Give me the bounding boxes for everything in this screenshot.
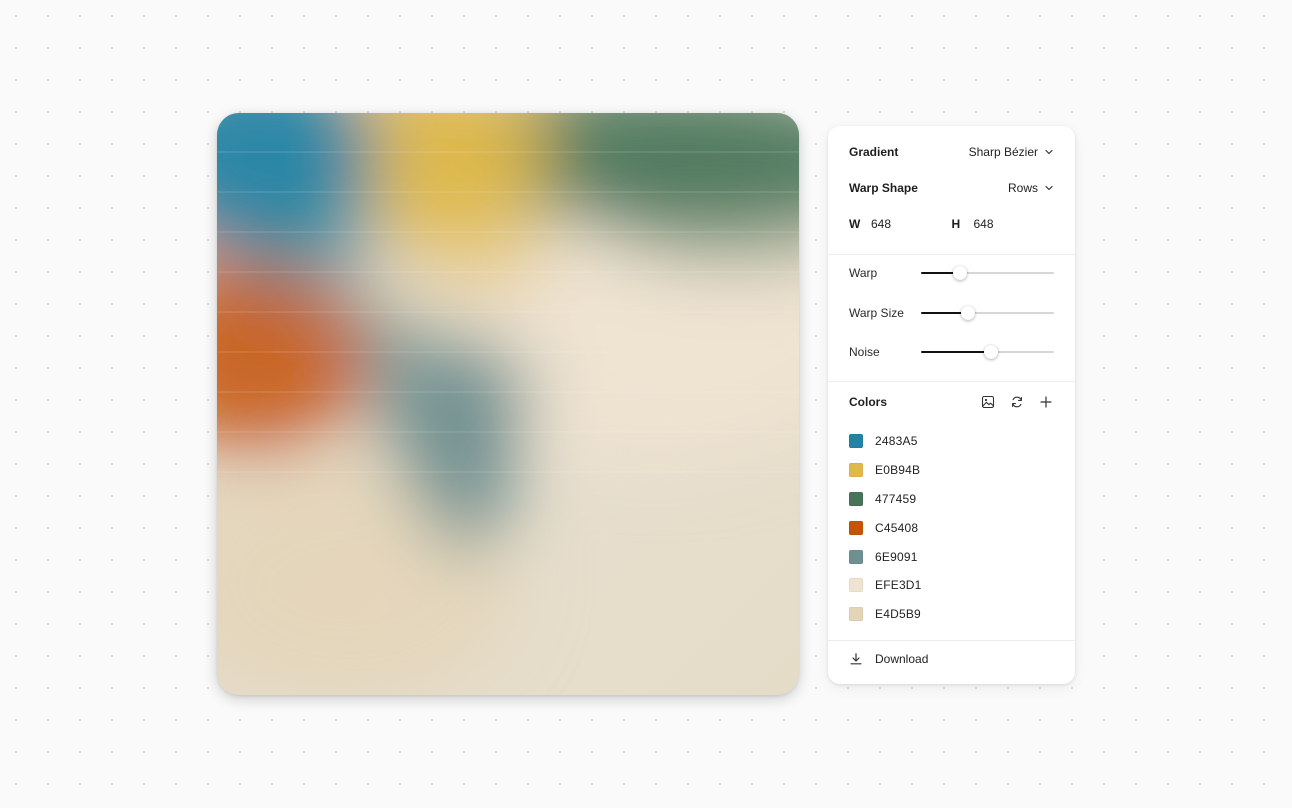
control-panel: Gradient Sharp Bézier Warp Shape Rows W … bbox=[828, 126, 1075, 684]
noise-label: Noise bbox=[849, 345, 880, 359]
color-hex-value[interactable]: E4D5B9 bbox=[875, 607, 921, 621]
noise-slider[interactable] bbox=[921, 344, 1054, 360]
image-icon bbox=[981, 395, 995, 409]
width-label: W bbox=[849, 217, 861, 231]
download-button[interactable]: Download bbox=[849, 652, 928, 666]
slider-thumb[interactable] bbox=[984, 345, 999, 359]
warp-slider[interactable] bbox=[921, 265, 1054, 281]
color-swatch[interactable] bbox=[849, 463, 863, 478]
gradient-row: Gradient Sharp Bézier bbox=[849, 142, 1054, 162]
color-hex-value[interactable]: EFE3D1 bbox=[875, 578, 922, 592]
color-swatch[interactable] bbox=[849, 491, 863, 506]
colors-label: Colors bbox=[849, 395, 888, 409]
chevron-down-icon bbox=[1045, 185, 1053, 191]
width-input[interactable] bbox=[871, 217, 941, 231]
refresh-icon bbox=[1012, 396, 1022, 408]
warp-size-slider[interactable] bbox=[921, 305, 1054, 321]
dimensions-row: W H bbox=[849, 214, 1054, 234]
noise-slider-row: Noise bbox=[849, 342, 1054, 362]
color-hex-value[interactable]: E0B94B bbox=[875, 463, 920, 477]
color-swatch[interactable] bbox=[849, 578, 863, 593]
image-button[interactable] bbox=[980, 394, 996, 410]
color-list-item[interactable]: 2483A5 bbox=[849, 427, 1054, 456]
plus-icon bbox=[1040, 396, 1052, 408]
download-icon bbox=[850, 653, 862, 665]
warp-size-label: Warp Size bbox=[849, 306, 904, 320]
color-swatch[interactable] bbox=[849, 434, 863, 449]
color-list: 2483A5 E0B94B 477459 C45408 6E9091 EFE3D1 E4D5… bbox=[849, 427, 1054, 629]
color-list-item[interactable]: E0B94B bbox=[849, 456, 1054, 485]
refresh-button[interactable] bbox=[1009, 394, 1025, 410]
color-list-item[interactable]: E4D5B9 bbox=[849, 600, 1054, 629]
gradient-select-value: Sharp Bézier bbox=[968, 145, 1038, 159]
download-label: Download bbox=[875, 652, 929, 666]
add-color-button[interactable] bbox=[1038, 394, 1054, 410]
color-list-item[interactable]: 477459 bbox=[849, 485, 1054, 514]
slider-thumb[interactable] bbox=[960, 306, 975, 320]
color-list-item[interactable]: 6E9091 bbox=[849, 542, 1054, 571]
warp-label: Warp bbox=[849, 266, 878, 280]
warp-shape-label: Warp Shape bbox=[849, 181, 918, 195]
color-hex-value[interactable]: 477459 bbox=[875, 492, 916, 506]
gradient-preview-image bbox=[217, 113, 799, 695]
color-hex-value[interactable]: C45408 bbox=[875, 521, 918, 535]
color-list-item[interactable]: EFE3D1 bbox=[849, 571, 1054, 600]
warp-shape-select[interactable]: Rows bbox=[1008, 181, 1054, 195]
colors-header-row: Colors bbox=[849, 392, 1054, 412]
slider-thumb[interactable] bbox=[952, 266, 967, 280]
warp-shape-row: Warp Shape Rows bbox=[849, 178, 1054, 198]
divider bbox=[828, 254, 1075, 255]
width-group: W bbox=[849, 217, 952, 231]
slider-fill bbox=[921, 351, 992, 353]
color-swatch[interactable] bbox=[849, 549, 863, 564]
warp-shape-select-value: Rows bbox=[1007, 181, 1038, 195]
gradient-label: Gradient bbox=[849, 145, 899, 159]
color-swatch[interactable] bbox=[849, 607, 863, 622]
warp-slider-row: Warp bbox=[849, 263, 1054, 283]
divider bbox=[828, 381, 1075, 382]
divider bbox=[828, 640, 1075, 641]
color-hex-value[interactable]: 2483A5 bbox=[875, 434, 918, 448]
chevron-down-icon bbox=[1045, 149, 1053, 155]
color-hex-value[interactable]: 6E9091 bbox=[875, 550, 918, 564]
height-input[interactable] bbox=[973, 217, 1044, 231]
color-list-item[interactable]: C45408 bbox=[849, 513, 1054, 542]
warp-size-slider-row: Warp Size bbox=[849, 303, 1054, 323]
height-group: H bbox=[952, 217, 1055, 231]
color-swatch[interactable] bbox=[849, 520, 863, 535]
gradient-select[interactable]: Sharp Bézier bbox=[969, 145, 1054, 159]
height-label: H bbox=[951, 217, 961, 231]
gradient-preview bbox=[217, 113, 799, 695]
